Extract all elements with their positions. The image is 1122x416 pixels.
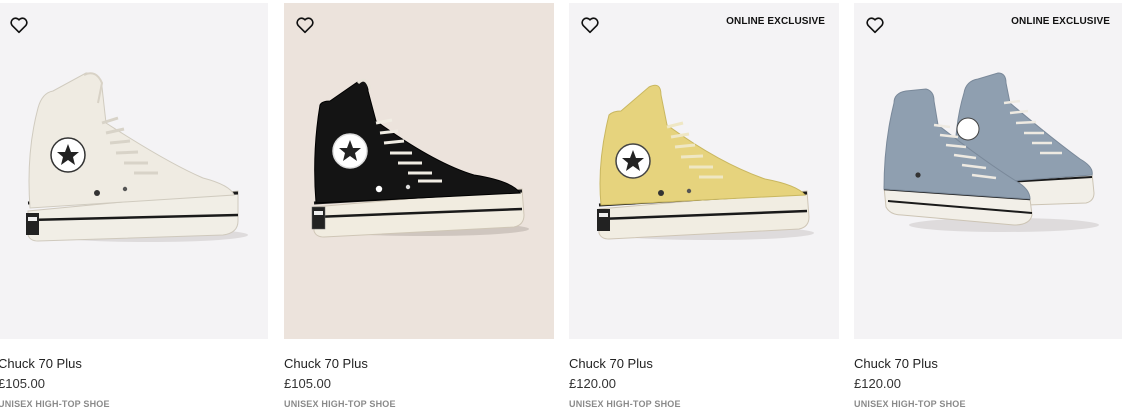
product-price: £120.00 [569,376,616,391]
heart-outline-icon[interactable] [8,14,30,36]
product-card[interactable]: ONLINE EXCLUSIVE Chuck 70 Plus £120.00 U… [854,0,1122,416]
product-image[interactable] [569,3,839,339]
product-price: £120.00 [854,376,901,391]
heart-outline-icon[interactable] [864,14,886,36]
product-name[interactable]: Chuck 70 Plus [0,356,82,371]
product-image-container[interactable] [0,3,268,339]
product-card[interactable]: ONLINE EXCLUSIVE Chuck 70 Plus £120.00 U… [569,0,839,416]
online-exclusive-badge: ONLINE EXCLUSIVE [726,16,825,27]
product-image[interactable] [0,3,268,339]
product-image[interactable] [284,3,554,339]
product-name[interactable]: Chuck 70 Plus [854,356,938,371]
heart-outline-icon[interactable] [294,14,316,36]
product-card[interactable]: Chuck 70 Plus £105.00 UNISEX HIGH-TOP SH… [0,0,268,416]
product-price: £105.00 [284,376,331,391]
product-name[interactable]: Chuck 70 Plus [284,356,368,371]
product-subtitle: UNISEX HIGH-TOP SHOE [284,399,396,409]
heart-outline-icon[interactable] [579,14,601,36]
product-subtitle: UNISEX HIGH-TOP SHOE [569,399,681,409]
product-name[interactable]: Chuck 70 Plus [569,356,653,371]
online-exclusive-badge: ONLINE EXCLUSIVE [1011,16,1110,27]
product-price: £105.00 [0,376,45,391]
product-grid: Chuck 70 Plus £105.00 UNISEX HIGH-TOP SH… [0,0,1122,416]
product-image-container[interactable]: ONLINE EXCLUSIVE [854,3,1122,339]
product-image-container[interactable] [284,3,554,339]
product-image-container[interactable]: ONLINE EXCLUSIVE [569,3,839,339]
product-image[interactable] [854,3,1122,339]
product-subtitle: UNISEX HIGH-TOP SHOE [0,399,110,409]
product-card[interactable]: Chuck 70 Plus £105.00 UNISEX HIGH-TOP SH… [284,0,554,416]
product-subtitle: UNISEX HIGH-TOP SHOE [854,399,966,409]
